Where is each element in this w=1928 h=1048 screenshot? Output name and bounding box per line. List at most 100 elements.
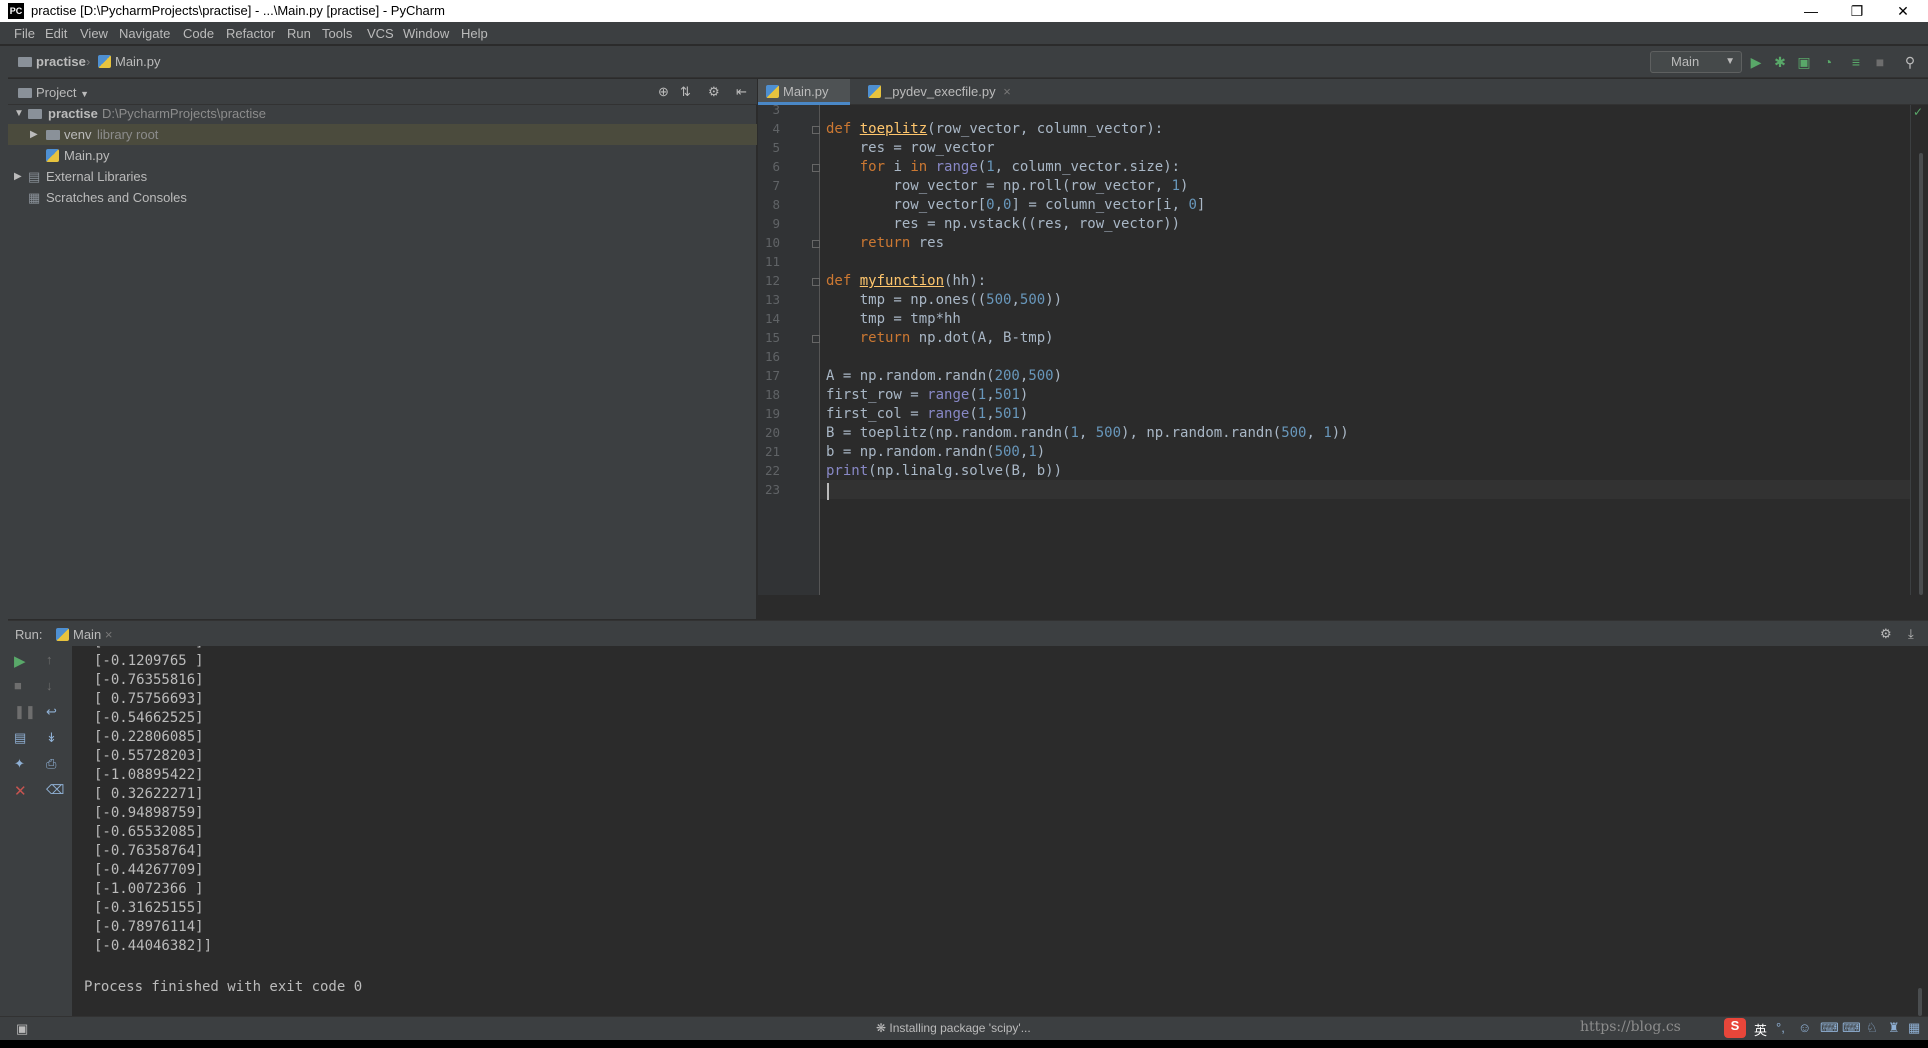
console-output[interactable]: [-0.9699087 ] [-0.1209765 ] [-0.76355816] [… [72,646,1912,1016]
breadcrumb-project[interactable]: practise [18,54,86,69]
emoji-icon[interactable]: ☺ [1798,1020,1811,1035]
menu-view[interactable]: View [80,26,108,41]
console-scrollbar[interactable] [1910,646,1928,1016]
run-icon[interactable]: ▶ [1748,54,1764,70]
hide-panel-icon[interactable]: ⤓ [1908,626,1914,642]
soft-wrap-icon[interactable]: ↩ [46,704,57,720]
trash-icon[interactable]: ⌫ [46,782,64,798]
scratches-icon: ▦ [28,190,41,205]
console-line: [-0.94898759] [94,805,204,821]
console-line: [-1.0072366 ] [94,881,204,897]
code-editor[interactable]: def toeplitz(row_vector, column_vector):… [820,105,1910,595]
tree-item-practise[interactable]: ▼ practise D:\PycharmProjects\practise [8,103,757,124]
sogou-ime-icon[interactable]: S [1724,1018,1746,1038]
rerun-icon[interactable]: ▶ [14,652,26,670]
fold-marker-icon[interactable] [812,126,820,134]
menu-navigate[interactable]: Navigate [119,26,170,41]
run-panel-label: Run: [15,627,43,642]
shirt-icon[interactable]: ♜ [1888,1020,1900,1036]
print-icon[interactable]: ⎙ [46,756,56,772]
gear-icon[interactable]: ⚙ [708,84,720,100]
collapse-all-icon[interactable]: ⇅ [680,84,691,100]
breadcrumb-separator: › [86,54,91,69]
expanded-arrow-icon: ▼ [14,108,24,119]
locate-icon[interactable]: ⊕ [658,84,669,100]
console-line: [-0.55728203] [94,748,204,764]
menu-window[interactable]: Window [403,26,449,41]
punctuation-icon[interactable]: °, [1776,1020,1785,1035]
library-icon: ▤ [28,169,41,184]
tree-item-label: Main.py [64,148,110,163]
menu-vcs[interactable]: VCS [367,26,394,41]
run-tab-main[interactable]: Main × [56,627,112,642]
code-line: b = np.random.randn(500,1) [826,444,1046,460]
scroll-to-end-icon[interactable]: ↡ [46,730,57,746]
tree-item-external-libraries[interactable]: ▶ ▤ External Libraries [8,166,757,187]
fold-marker-icon[interactable] [812,335,820,343]
coverage-icon[interactable]: ▣ [1796,54,1812,70]
menu-tools[interactable]: Tools [322,26,352,41]
fold-marker-icon[interactable] [812,240,820,248]
menu-file[interactable]: File [14,26,35,41]
grid-icon[interactable]: ▦ [1908,1020,1920,1036]
console-line: [-0.78976114] [94,919,204,935]
console-line: [-1.08895422] [94,767,204,783]
close-tab-icon[interactable]: × [1003,84,1011,99]
menu-edit[interactable]: Edit [45,26,67,41]
pin-icon[interactable]: ✦ [14,756,25,772]
pause-icon[interactable]: ❚❚ [14,704,36,720]
hide-icon[interactable]: ⇤ [736,84,747,100]
close-window-icon[interactable]: ✕ [1880,0,1926,22]
close-icon[interactable]: ✕ [14,782,27,800]
tab-pydev-execfile[interactable]: _pydev_execfile.py × [860,79,1019,105]
down-arrow-icon[interactable]: ↓ [46,678,53,693]
console-line: [-0.54662525] [94,710,204,726]
editor-scrollbar[interactable]: ✓ [1910,105,1928,595]
up-arrow-icon[interactable]: ↑ [46,652,53,667]
ime-mode[interactable]: 英 [1754,1020,1767,1039]
debug-icon[interactable]: ✱ [1772,54,1788,70]
tree-item-scratches[interactable]: ▦ Scratches and Consoles [8,187,757,208]
concurrency-icon[interactable]: ≡ [1848,54,1864,70]
line-number: 15 [764,330,780,345]
microphone-icon[interactable]: ⌨ [1820,1020,1839,1036]
window-title: practise [D:\PycharmProjects\practise] -… [31,3,445,18]
menu-refactor[interactable]: Refactor [226,26,275,41]
line-number: 17 [764,368,780,383]
minimize-icon[interactable]: — [1788,0,1834,22]
fold-marker-icon[interactable] [812,278,820,286]
spinner-icon: ❋ [876,1021,887,1035]
run-config-select[interactable]: Main ▼ [1650,51,1742,73]
restore-icon[interactable]: ❐ [1834,0,1880,22]
menu-run[interactable]: Run [287,26,311,41]
fold-marker-icon[interactable] [812,164,820,172]
collapsed-arrow-icon: ▶ [30,129,38,140]
keyboard-icon[interactable]: ⌨ [1842,1020,1861,1036]
line-number: 21 [764,444,780,459]
navigation-bar: practise › Main.py Main ▼ ▶ ✱ ▣ ◔ ≡ ■ ⚲ [0,46,1928,78]
stop-icon[interactable]: ■ [1872,54,1888,70]
tool-windows-icon[interactable]: ▣ [16,1021,28,1037]
tree-item-hint: library root [97,127,159,142]
layout-icon[interactable]: ▤ [14,730,26,746]
progress-status[interactable]: ❋ Installing package 'scipy'... [876,1021,1031,1035]
code-line: B = toeplitz(np.random.randn(1, 500), np… [826,425,1349,441]
gear-icon[interactable]: ⚙ [1880,626,1892,642]
project-view-select[interactable]: Project ▼ [18,85,89,100]
tree-item-venv[interactable]: ▶ venv library root [8,124,757,145]
skin-icon[interactable]: ♘ [1866,1020,1878,1036]
run-config-label: Main [1671,54,1700,69]
line-number: 3 [772,102,780,117]
close-tab-icon[interactable]: × [105,627,113,642]
menu-code[interactable]: Code [183,26,214,41]
breadcrumb-file[interactable]: Main.py [98,54,161,69]
stop-icon[interactable]: ■ [14,678,22,693]
line-number: 8 [772,197,780,212]
tree-item-main-py[interactable]: Main.py [8,145,757,166]
scroll-thumb[interactable] [1919,153,1923,595]
search-icon[interactable]: ⚲ [1902,54,1918,70]
line-number: 5 [772,140,780,155]
profile-icon[interactable]: ◔ [1820,54,1836,70]
scroll-thumb[interactable] [1918,988,1922,1016]
menu-help[interactable]: Help [461,26,488,41]
